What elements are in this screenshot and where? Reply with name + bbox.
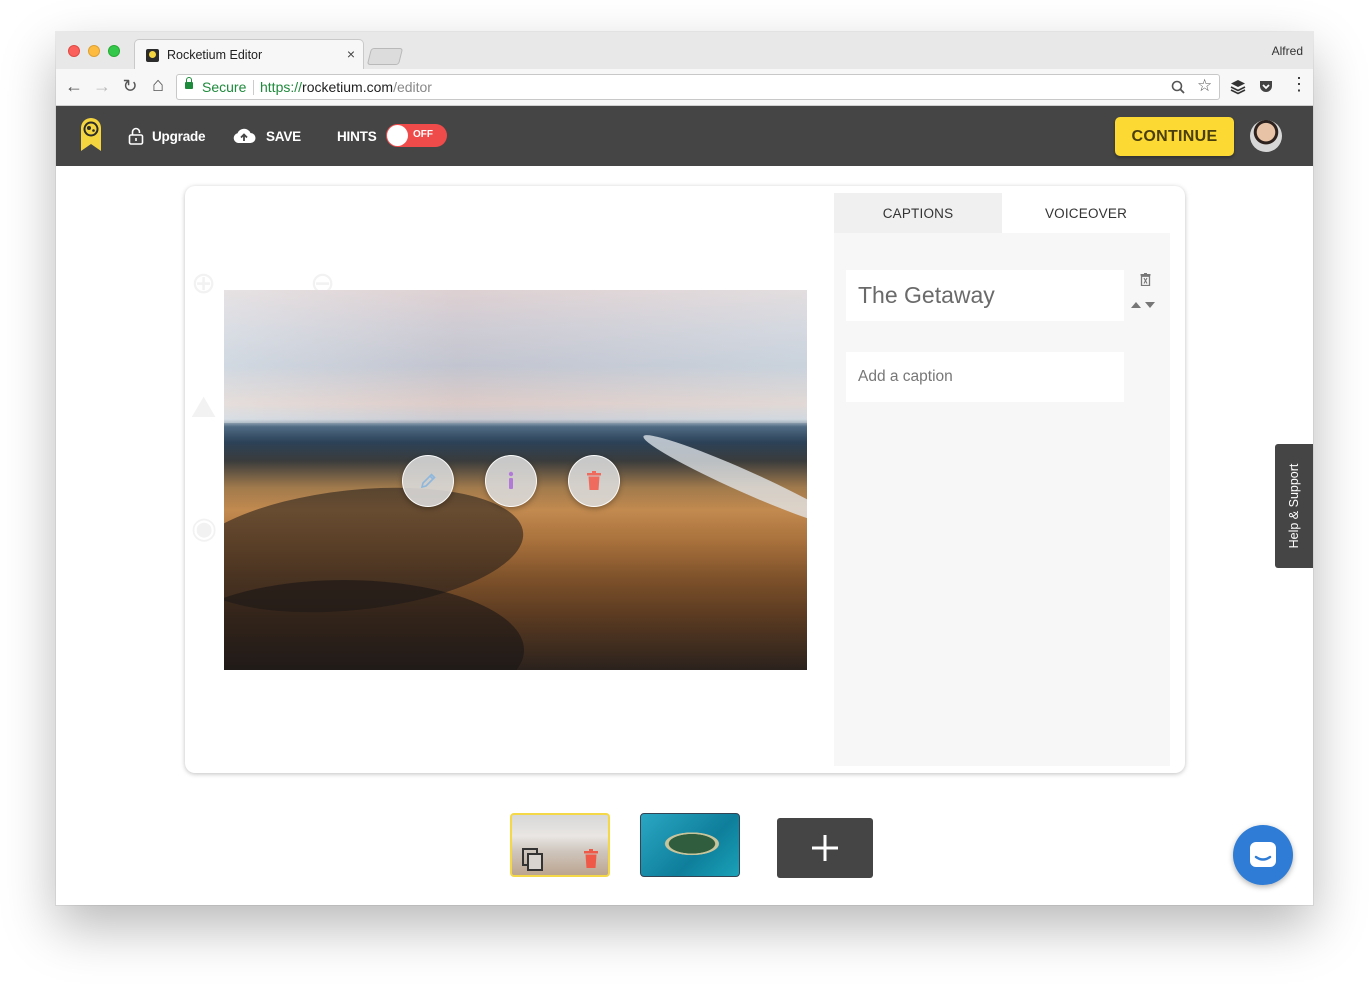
lock-open-icon — [128, 127, 144, 145]
zoom-icon[interactable] — [1171, 80, 1185, 94]
user-avatar[interactable] — [1250, 120, 1282, 152]
browser-toolbar: ← → ↻ ⌂ Secure https://rocketium.com/edi… — [56, 69, 1313, 106]
delete-slide-button[interactable] — [568, 455, 620, 507]
caption-input[interactable] — [846, 270, 1124, 321]
edit-slide-button[interactable] — [402, 455, 454, 507]
eye-ghost-icon: ◉ — [191, 512, 218, 545]
minimize-window-button[interactable] — [88, 45, 100, 57]
toggle-knob — [387, 125, 408, 146]
zoom-in-ghost-icon: ⊕ — [191, 267, 217, 300]
pocket-extension-icon[interactable] — [1258, 79, 1274, 95]
chat-icon — [1250, 842, 1276, 867]
reorder-caption-icon[interactable] — [1130, 301, 1158, 309]
duplicate-slide-icon[interactable] — [522, 848, 544, 872]
address-separator — [253, 80, 254, 95]
home-icon[interactable]: ⌂ — [148, 74, 168, 97]
maximize-window-button[interactable] — [108, 45, 120, 57]
close-window-button[interactable] — [68, 45, 80, 57]
browser-window: Rocketium Editor × Alfred ← → ↻ ⌂ Secure… — [56, 32, 1313, 905]
reload-icon[interactable]: ↻ — [120, 76, 140, 97]
tab-voiceover[interactable]: VOICEOVER — [1002, 193, 1170, 233]
editor-card: ⊕ ⊖ ⛰ ◉ CAPTIONS VOICEOVER The Getaway A… — [185, 186, 1185, 773]
delete-caption-icon[interactable] — [1140, 273, 1151, 286]
browser-tab[interactable]: Rocketium Editor × — [134, 39, 364, 69]
layers-extension-icon[interactable] — [1230, 79, 1246, 95]
new-tab-button[interactable] — [366, 48, 404, 65]
tab-captions[interactable]: CAPTIONS — [834, 193, 1002, 233]
upgrade-button[interactable]: Upgrade — [128, 106, 206, 166]
pencil-icon — [420, 473, 436, 489]
save-label: SAVE — [266, 128, 301, 144]
add-slide-button[interactable] — [777, 818, 873, 878]
rocketium-favicon-icon — [146, 49, 159, 62]
slide-thumbnail-1[interactable] — [510, 813, 610, 877]
help-support-tab[interactable]: Help & Support — [1275, 444, 1313, 568]
bookmark-star-icon[interactable]: ☆ — [1197, 76, 1212, 96]
tab-strip: Rocketium Editor × Alfred — [56, 32, 1313, 69]
slide-image-canvas[interactable] — [224, 290, 807, 670]
info-icon — [508, 471, 514, 489]
rocketium-logo-icon[interactable] — [78, 118, 104, 152]
continue-button[interactable]: CONTINUE — [1115, 117, 1234, 156]
url-host: rocketium.com — [302, 79, 394, 95]
river — [639, 426, 807, 536]
help-support-label: Help & Support — [1287, 463, 1301, 549]
toggle-state-text: OFF — [413, 129, 433, 140]
secure-label: Secure — [202, 79, 247, 95]
save-button[interactable]: SAVE — [232, 106, 301, 166]
chat-launcher-button[interactable] — [1233, 825, 1293, 885]
add-caption-input[interactable] — [846, 352, 1124, 402]
lock-icon — [185, 77, 193, 89]
delete-thumbnail-icon[interactable] — [583, 849, 599, 869]
url-path: /editor — [393, 79, 432, 95]
url-scheme: https:// — [260, 79, 303, 95]
url-text[interactable]: https://rocketium.com/editor — [260, 79, 432, 95]
slide-thumbnail-2[interactable] — [640, 813, 740, 877]
tab-title: Rocketium Editor — [167, 48, 263, 62]
hints-toggle[interactable]: OFF — [386, 124, 447, 147]
image-ghost-icon: ⛰ — [191, 391, 217, 424]
trash-icon — [587, 471, 601, 490]
browser-menu-icon[interactable]: ⋮ — [1290, 74, 1308, 95]
profile-name[interactable]: Alfred — [1272, 44, 1303, 58]
tab-close-icon[interactable]: × — [347, 46, 355, 62]
app-header: Upgrade SAVE HINTS OFF CONTINUE — [56, 106, 1313, 166]
address-bar[interactable]: Secure https://rocketium.com/editor ☆ — [176, 74, 1220, 100]
slide-info-button[interactable] — [485, 455, 537, 507]
cloud-upload-icon — [233, 128, 256, 143]
back-arrow-icon[interactable]: ← — [64, 76, 84, 97]
hill-shadow-foreground — [224, 580, 524, 670]
captions-panel: CAPTIONS VOICEOVER — [834, 193, 1170, 766]
forward-arrow-icon[interactable]: → — [92, 76, 112, 97]
plus-icon — [812, 835, 838, 861]
hints-label: HINTS — [337, 128, 377, 144]
upgrade-label: Upgrade — [152, 128, 206, 144]
sky-haze — [224, 290, 807, 423]
